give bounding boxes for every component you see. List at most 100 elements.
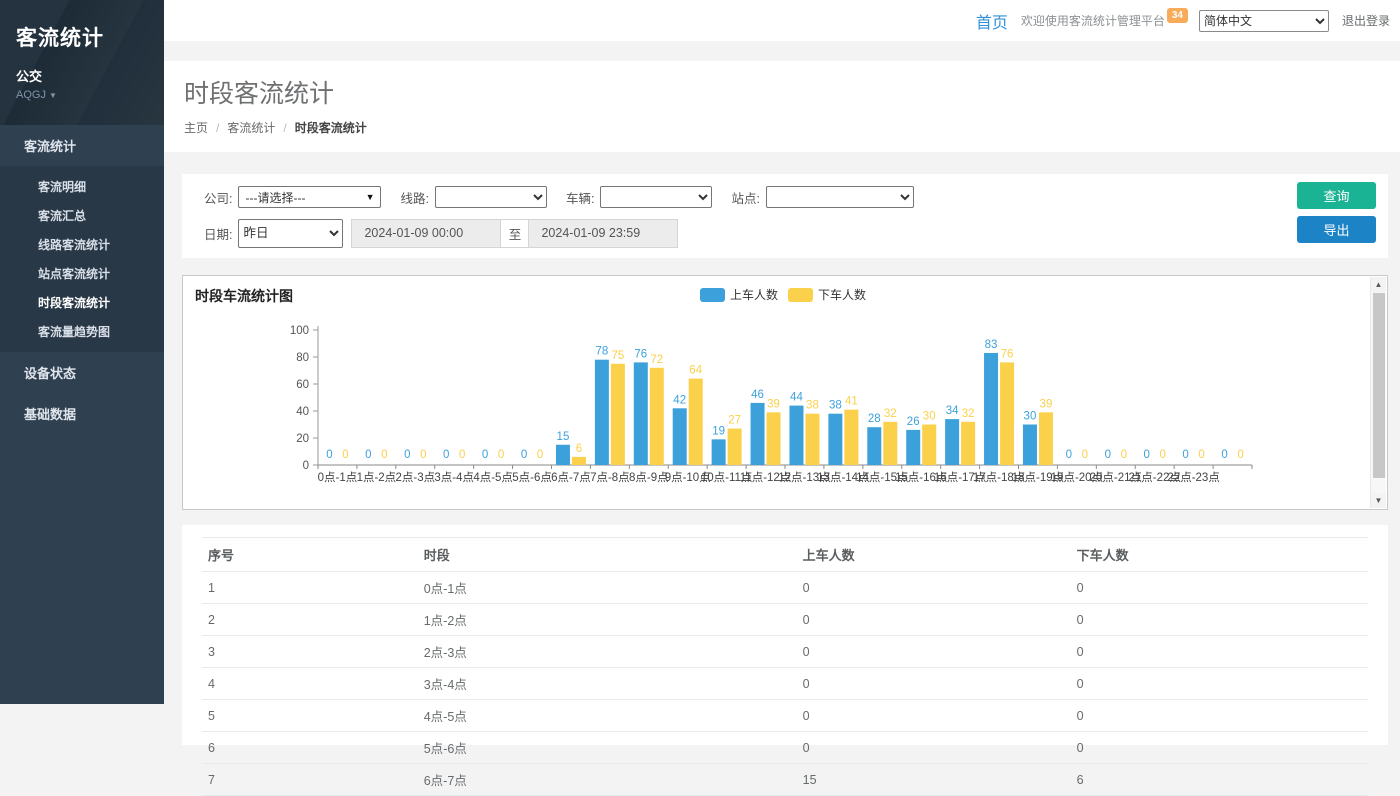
bar-下车人数-9[interactable] <box>689 379 703 465</box>
notification-badge[interactable]: 34 <box>1167 8 1188 23</box>
bar-value-label: 27 <box>728 415 741 427</box>
logout-link[interactable]: 退出登录 <box>1342 12 1390 29</box>
scrollbar-thumb[interactable] <box>1373 293 1385 478</box>
line-select[interactable] <box>435 186 547 208</box>
welcome-text: 欢迎使用客流统计管理平台34 <box>1021 12 1186 29</box>
bar-value-label: 83 <box>985 339 998 351</box>
bar-value-label: 42 <box>673 394 686 406</box>
bar-下车人数-13[interactable] <box>844 410 858 465</box>
bar-上车人数-14[interactable] <box>867 427 881 465</box>
bar-chart: 020406080100000点-1点001点-2点002点-3点003点-4点… <box>195 312 1355 494</box>
table-cell: 0 <box>1071 732 1368 764</box>
export-button[interactable]: 导出 <box>1297 216 1376 243</box>
legend-swatch <box>700 288 725 302</box>
table-cell: 0 <box>797 732 1071 764</box>
table-panel: 序号时段上车人数下车人数 10点-1点0021点-2点0032点-3点0043点… <box>182 525 1388 745</box>
bar-下车人数-10[interactable] <box>728 429 742 465</box>
bar-value-label: 0 <box>1221 449 1227 461</box>
scroll-up-icon[interactable]: ▲ <box>1371 277 1386 292</box>
y-tick-label: 40 <box>296 406 309 418</box>
bar-上车人数-13[interactable] <box>828 414 842 465</box>
bar-value-label: 75 <box>611 350 624 362</box>
bar-value-label: 32 <box>884 408 897 420</box>
bar-value-label: 0 <box>498 449 504 461</box>
legend-item-1[interactable]: 下车人数 <box>788 286 866 303</box>
company-select[interactable]: ---请选择--- ▼ <box>238 186 381 208</box>
chevron-down-icon: ▼ <box>366 192 375 202</box>
bar-下车人数-18[interactable] <box>1039 412 1053 465</box>
sidebar-section-passenger-stats[interactable]: 客流统计 <box>0 125 164 166</box>
chart-scrollbar[interactable]: ▲ ▼ <box>1370 277 1386 508</box>
date-to-input[interactable]: 2024-01-09 23:59 <box>528 219 678 248</box>
bar-下车人数-12[interactable] <box>805 414 819 465</box>
bar-value-label: 28 <box>868 413 881 425</box>
bar-上车人数-15[interactable] <box>906 430 920 465</box>
bar-下车人数-15[interactable] <box>922 425 936 466</box>
bar-下车人数-17[interactable] <box>1000 362 1014 465</box>
bar-下车人数-6[interactable] <box>572 457 586 465</box>
hour-stats-table: 序号时段上车人数下车人数 10点-1点0021点-2点0032点-3点0043点… <box>202 537 1368 796</box>
breadcrumb-home[interactable]: 主页 <box>184 119 208 136</box>
date-label: 日期: <box>204 224 232 243</box>
legend-item-0[interactable]: 上车人数 <box>700 286 778 303</box>
bar-value-label: 30 <box>923 411 936 423</box>
table-row: 43点-4点00 <box>202 668 1368 700</box>
vehicle-select[interactable] <box>600 186 712 208</box>
bar-value-label: 76 <box>634 348 647 360</box>
bar-上车人数-17[interactable] <box>984 353 998 465</box>
sidebar-item-0[interactable]: 客流明细 <box>0 172 164 201</box>
bar-上车人数-9[interactable] <box>673 408 687 465</box>
bar-上车人数-11[interactable] <box>751 403 765 465</box>
breadcrumb-passenger-stats[interactable]: 客流统计 <box>227 119 275 136</box>
bar-上车人数-7[interactable] <box>595 360 609 465</box>
sidebar-section-basic-data[interactable]: 基础数据 <box>0 393 164 434</box>
language-select[interactable]: 简体中文 <box>1199 10 1329 32</box>
table-cell: 4 <box>202 668 418 700</box>
bar-下车人数-14[interactable] <box>883 422 897 465</box>
topbar: 首页 欢迎使用客流统计管理平台34 简体中文 退出登录 <box>164 0 1400 41</box>
station-select[interactable] <box>766 186 914 208</box>
bar-上车人数-8[interactable] <box>634 362 648 465</box>
table-cell: 0 <box>797 604 1071 636</box>
sidebar-item-5[interactable]: 客流量趋势图 <box>0 317 164 346</box>
user-dropdown[interactable]: AQGJ▼ <box>16 89 164 101</box>
table-cell: 4点-5点 <box>418 700 797 732</box>
table-cell: 0 <box>1071 668 1368 700</box>
scroll-down-icon[interactable]: ▼ <box>1371 493 1386 508</box>
bar-上车人数-18[interactable] <box>1023 425 1037 466</box>
bar-value-label: 0 <box>1121 449 1127 461</box>
bar-下车人数-16[interactable] <box>961 422 975 465</box>
breadcrumb-current: 时段客流统计 <box>295 119 367 136</box>
bar-value-label: 0 <box>381 449 387 461</box>
date-from-input[interactable]: 2024-01-09 00:00 <box>351 219 501 248</box>
bar-下车人数-7[interactable] <box>611 364 625 465</box>
table-cell: 6点-7点 <box>418 764 797 796</box>
sidebar-item-3[interactable]: 站点客流统计 <box>0 259 164 288</box>
table-header-0: 序号 <box>202 538 418 572</box>
date-preset-select[interactable]: 昨日 <box>238 219 343 248</box>
bar-value-label: 41 <box>845 396 858 408</box>
chart-header: 时段车流统计图 上车人数下车人数 <box>195 286 1387 312</box>
sidebar: 客流统计 公交 AQGJ▼ 客流统计 客流明细客流汇总线路客流统计站点客流统计时… <box>0 0 164 704</box>
legend-swatch <box>788 288 813 302</box>
date-range-group: 2024-01-09 00:00 至 2024-01-09 23:59 <box>351 219 678 248</box>
bar-value-label: 6 <box>576 443 582 455</box>
bar-value-label: 38 <box>829 400 842 412</box>
query-button[interactable]: 查询 <box>1297 182 1376 209</box>
sidebar-item-1[interactable]: 客流汇总 <box>0 201 164 230</box>
chart-title: 时段车流统计图 <box>195 288 293 304</box>
bar-value-label: 0 <box>1105 449 1111 461</box>
breadcrumb-separator: / <box>283 121 286 135</box>
x-category-label: 6点-7点 <box>551 471 591 484</box>
sidebar-item-2[interactable]: 线路客流统计 <box>0 230 164 259</box>
bar-上车人数-10[interactable] <box>712 439 726 465</box>
bar-下车人数-11[interactable] <box>767 412 781 465</box>
sidebar-section-device-status[interactable]: 设备状态 <box>0 352 164 393</box>
home-link[interactable]: 首页 <box>976 9 1008 33</box>
bar-上车人数-12[interactable] <box>789 406 803 465</box>
bar-上车人数-16[interactable] <box>945 419 959 465</box>
bar-下车人数-8[interactable] <box>650 368 664 465</box>
sidebar-item-4[interactable]: 时段客流统计 <box>0 288 164 317</box>
bar-上车人数-6[interactable] <box>556 445 570 465</box>
bar-value-label: 39 <box>1040 398 1053 410</box>
